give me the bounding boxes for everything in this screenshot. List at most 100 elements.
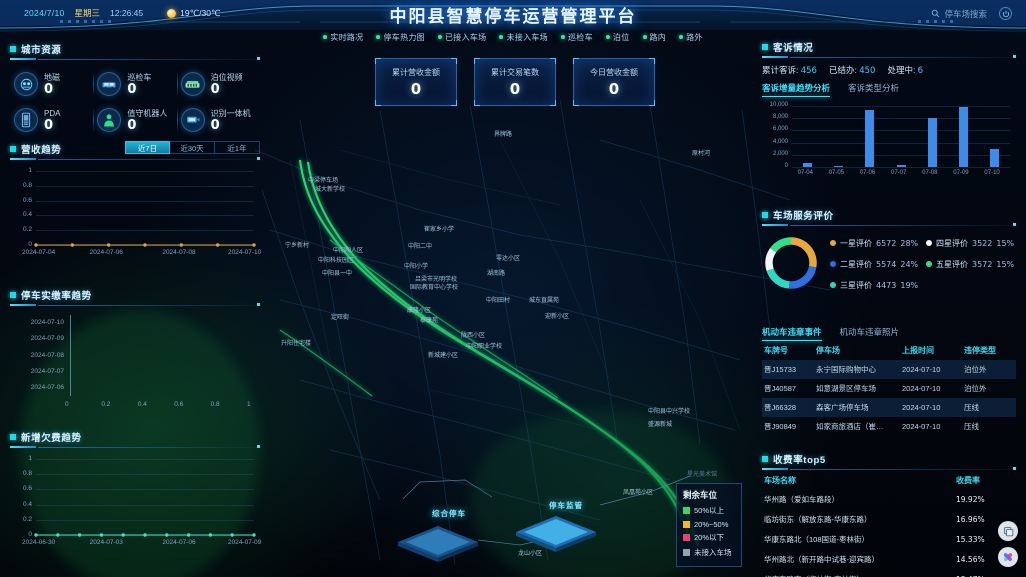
map-place-label: 陇西小区	[461, 333, 486, 339]
berth-video-icon	[180, 72, 205, 96]
donut-segment[interactable]	[770, 237, 792, 253]
map-legend-item[interactable]: 50%以上	[683, 505, 735, 516]
donut-segment[interactable]	[765, 247, 777, 271]
violations-header-row: 车牌号 停车场 上报时间 违停类型	[762, 341, 1016, 360]
nav-item-6[interactable]: 泊位	[605, 32, 630, 43]
rating-legend-item[interactable]: 三星评价 4473 19%	[830, 280, 920, 291]
map-place-label: 中阳县一中	[322, 271, 353, 277]
donut-segment[interactable]	[766, 268, 790, 289]
map-place-label: 宁乡新村	[285, 243, 310, 249]
kpi-card[interactable]: 今日营收金额 0	[573, 58, 655, 106]
fee-rate-cell: 19.92%	[956, 494, 985, 504]
violations-table: 车牌号 停车场 上报时间 违停类型 晋J15733 永宁国际购物中心 2024-07-10…	[762, 341, 1016, 436]
complaints-tab[interactable]: 客诉增量趋势分析	[762, 82, 831, 97]
list-item[interactable]: 华康东路南（临坊街-枣林街）13.47%	[762, 569, 1016, 577]
city-resource-cell[interactable]: 识别一体机 0	[176, 102, 260, 138]
list-item[interactable]: 华州路北（新开路中试巷-迎宾路） 14.56%	[762, 549, 1016, 569]
kpi-value: 0	[608, 79, 620, 98]
nav-item-3[interactable]: 已接入车场	[437, 32, 487, 43]
table-row[interactable]: 晋J40587 如意湖景区停车场 2024-07-10 泊位外	[762, 379, 1016, 398]
donut-segment[interactable]	[789, 265, 817, 289]
revenue-range-tab[interactable]: 近30天	[170, 141, 215, 154]
header-time: 12:26:45	[110, 8, 144, 18]
fee-rate-column-header: 车场名称	[764, 476, 796, 485]
map-pad-parking-supervision[interactable]	[514, 512, 598, 554]
kpi-card[interactable]: 累计交易笔数 0	[474, 58, 556, 106]
nav-item-8[interactable]: 路外	[679, 32, 703, 43]
bar[interactable]	[927, 117, 937, 167]
table-row[interactable]: 晋J90849 如家商旅酒店（崔… 2024-07-10 压线	[762, 417, 1016, 436]
nav-item-2[interactable]: 停车热力图	[376, 32, 425, 43]
fee-rate-cell: 华州路（爱如车路段）	[764, 494, 839, 504]
complaints-bar-chart[interactable]: 10,000 8,000 6,000 4,000 2,000 0 07-04 07-05 07-…	[762, 101, 1016, 181]
rating-legend-item[interactable]: 一星评价 6572 28%	[830, 238, 920, 249]
complaints-tab[interactable]: 客诉类型分析	[848, 82, 899, 97]
patrol-car-icon	[97, 72, 122, 96]
x-axis-tick-label: 0.8	[210, 401, 220, 408]
service-rating-donut[interactable]	[762, 234, 820, 294]
nav-item-4[interactable]: 未接入车场	[499, 32, 548, 43]
legend-percent: 28%	[900, 238, 919, 248]
kpi-card[interactable]: 累计营收金额 0	[375, 58, 457, 106]
map-legend-item[interactable]: 未接入车场	[683, 547, 735, 558]
revenue-range-tabs: 近7日 近30天 近1年	[125, 141, 260, 154]
revenue-range-tab[interactable]: 近1年	[215, 141, 260, 154]
map-pad-comprehensive-parking[interactable]	[396, 522, 480, 564]
map-poi-comprehensive-parking[interactable]: 综合停车	[432, 508, 466, 519]
city-resource-cell[interactable]: 泊位视频 0	[176, 66, 260, 102]
ai-assistant-fab-button[interactable]	[998, 547, 1018, 567]
violations-cell: 2024-07-10	[900, 398, 962, 417]
map-poi-parking-supervision[interactable]: 停车监管	[549, 500, 583, 511]
city-resource-cell[interactable]: 地磁 0	[10, 66, 93, 102]
list-item[interactable]: 临坊街东（解放东路-华康东路） 16.96%	[762, 509, 1016, 529]
header-right-group: 停车场搜索	[931, 7, 1012, 20]
table-row[interactable]: 晋J15733 永宁国际购物中心 2024-07-10 泊位外	[762, 360, 1016, 379]
search-input[interactable]: 停车场搜索	[931, 8, 987, 20]
legend-label: 四星评价	[936, 238, 968, 248]
panel-marker-icon	[10, 291, 16, 298]
bar[interactable]	[958, 107, 968, 167]
rating-legend-item[interactable]: 二星评价 5574 24%	[830, 259, 920, 270]
nav-item-5[interactable]: 巡检车	[560, 32, 593, 43]
map-legend-item[interactable]: 20%以下	[683, 532, 735, 543]
map-legend-item[interactable]: 20%~50%	[683, 520, 735, 529]
payment-rate-header: 停车实缴率趋势	[10, 288, 260, 302]
bar[interactable]	[834, 166, 844, 167]
y-axis-category-label: 2024-07-09	[30, 335, 64, 343]
panel-marker-icon	[10, 433, 16, 440]
fee-rate-header-row: 车场名称 收费率	[762, 472, 1016, 489]
panel-marker-icon	[762, 455, 768, 462]
list-item[interactable]: 华康东路北（108国道-枣林街） 15.33%	[762, 529, 1016, 549]
bar[interactable]	[865, 110, 875, 167]
power-icon[interactable]	[999, 7, 1012, 20]
rating-legend-item[interactable]: 四星评价 3522 15%	[926, 238, 1016, 249]
service-rating-header: 车场服务评价	[762, 208, 1016, 222]
violations-tab[interactable]: 机动车违章照片	[840, 326, 900, 341]
city-resource-cell[interactable]: 值守机器人 0	[93, 102, 176, 138]
city-resource-cell[interactable]: PDA 0	[10, 102, 93, 138]
arrears-trend-chart[interactable]: 1 0.8 0.6 0.4 0.2 0 2024-06-30 2024-07-03 2024-0…	[10, 453, 261, 553]
nav-item-7[interactable]: 路内	[642, 32, 667, 43]
violations-tab[interactable]: 机动车违章事件	[762, 326, 822, 341]
bar[interactable]	[896, 165, 906, 167]
bar[interactable]	[989, 148, 999, 167]
nav-item-1[interactable]: 实时路况	[323, 32, 363, 43]
screenshot-fab-button[interactable]	[998, 521, 1018, 541]
nav-dot-icon	[499, 35, 504, 39]
fee-rate-column-header: 收费率	[956, 476, 980, 485]
nav-item-label: 路内	[649, 32, 667, 42]
donut-chart[interactable]	[762, 234, 820, 292]
payment-rate-chart[interactable]: 2024-07-10 2024-07-09 2024-07-08 2024-07-07…	[10, 311, 260, 416]
table-row[interactable]: 晋J66328 森客广场停车场 2024-07-10 压线	[762, 398, 1016, 417]
city-resource-cell[interactable]: 巡检车 0	[93, 66, 176, 102]
bar[interactable]	[803, 162, 813, 167]
fee-rate-cell: 临坊街东（解放东路-华康东路）	[764, 514, 872, 524]
revenue-trend-chart[interactable]: 1 0.8 0.6 0.4 0.2 0 2024-07-04 2024-07-06 2024-0…	[10, 165, 261, 263]
list-item[interactable]: 华州路（爱如车路段） 19.92%	[762, 489, 1016, 509]
revenue-range-tab[interactable]: 近7日	[125, 141, 170, 154]
complaints-stats: 累计客诉: 456 已结办: 450 处理中: 6	[762, 64, 1016, 76]
fee-rate-cell: 华康东路北（108国道-枣林街）	[764, 534, 870, 544]
donut-segment[interactable]	[790, 237, 817, 268]
rating-legend-item[interactable]: 五星评价 3572 15%	[926, 259, 1016, 270]
nav-item-label: 已接入车场	[444, 32, 487, 42]
